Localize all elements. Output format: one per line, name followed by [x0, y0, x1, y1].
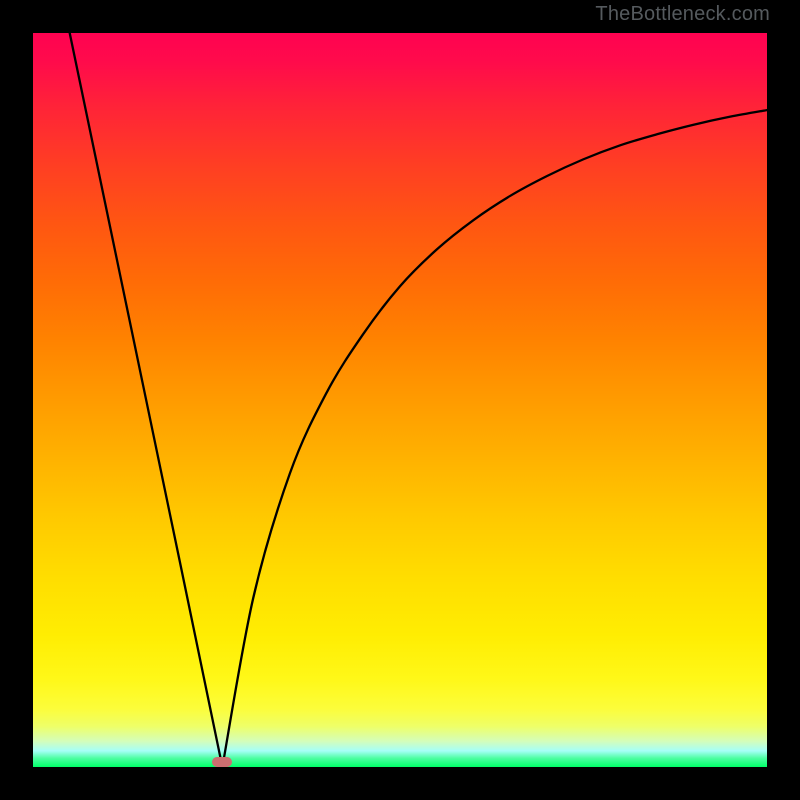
plot-area	[33, 33, 767, 767]
frame: TheBottleneck.com	[0, 0, 800, 800]
watermark-text: TheBottleneck.com	[595, 3, 770, 26]
curve-layer	[33, 33, 767, 767]
curve-right-branch	[222, 110, 767, 767]
minimum-marker	[212, 757, 232, 767]
curve-left-branch	[70, 33, 223, 767]
